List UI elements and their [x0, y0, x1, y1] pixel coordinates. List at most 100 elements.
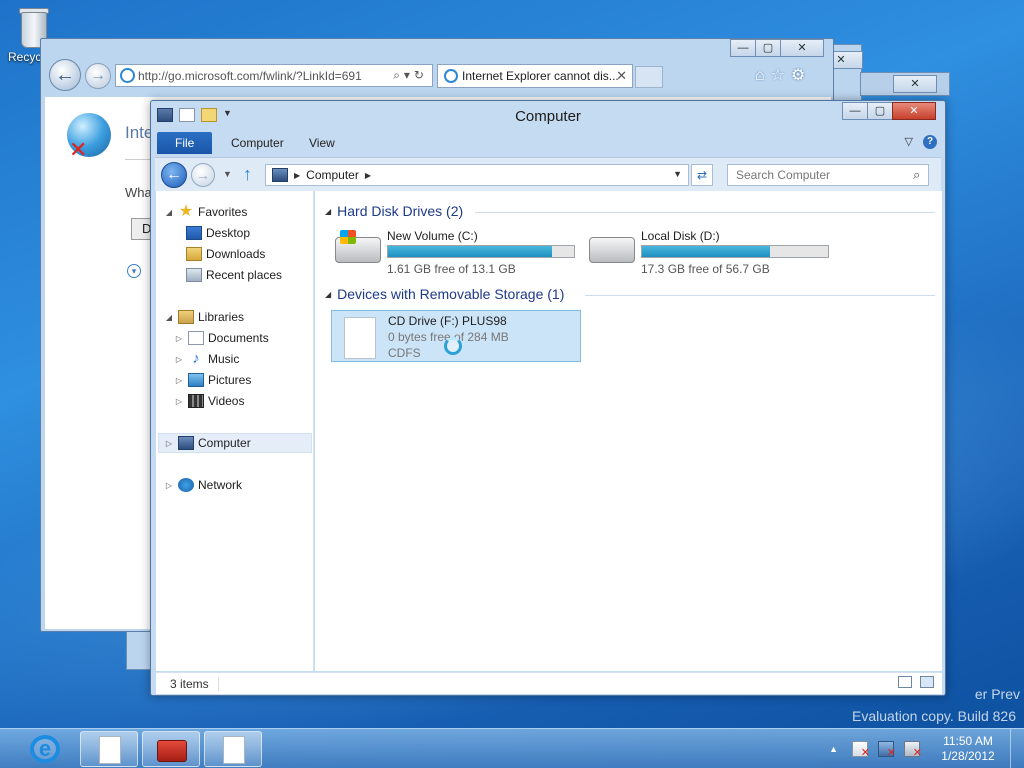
drive-usage-bar [641, 245, 829, 258]
back-arrow-icon[interactable]: ← [49, 59, 81, 91]
details-view-icon[interactable] [898, 676, 912, 688]
tree-label: Videos [208, 394, 245, 408]
computer-icon [178, 436, 194, 450]
tab-computer[interactable]: Computer [217, 132, 298, 154]
ie-tab[interactable]: Internet Explorer cannot dis... ✕ [437, 64, 633, 88]
title-bar[interactable]: ▼ Computer — ▢ ✕ [151, 101, 945, 129]
more-info-icon[interactable]: ▾ [127, 264, 141, 278]
ie-logo-icon: e [30, 735, 60, 763]
maximize-button[interactable]: ▢ [755, 39, 781, 57]
tab-view[interactable]: View [295, 132, 349, 154]
clock[interactable]: 11:50 AM 1/28/2012 [930, 734, 1006, 764]
chevron-right-icon[interactable]: ▶ [365, 171, 371, 180]
videos-icon [188, 394, 204, 408]
tab-title: Internet Explorer cannot dis... [462, 69, 619, 83]
breadcrumb-computer[interactable]: Computer [306, 168, 359, 182]
background-window-edge[interactable]: ✕ [860, 72, 950, 96]
drive-name: New Volume (C:) [387, 229, 478, 243]
maximize-button[interactable]: ▢ [867, 102, 893, 120]
help-icon[interactable]: ? [923, 135, 937, 149]
taskbar-explorer[interactable] [80, 731, 138, 767]
tree-item-favorites[interactable]: ◢ ★ Favorites [164, 203, 248, 220]
search-icon[interactable]: ⌕ [913, 167, 920, 183]
clock-time: 11:50 AM [943, 734, 993, 748]
close-button[interactable]: ✕ [893, 75, 937, 93]
new-tab-button[interactable] [635, 66, 663, 88]
tree-item-documents[interactable]: ▷ Documents [174, 331, 269, 345]
volume-icon[interactable]: ✕ [904, 741, 922, 759]
network-status-icon[interactable]: ✕ [878, 741, 896, 759]
tree-label: Computer [198, 436, 251, 450]
tree-item-network[interactable]: ▷ Network [164, 478, 242, 492]
close-button[interactable]: ✕ [780, 39, 824, 57]
action-center-icon[interactable]: ✕ [852, 741, 870, 759]
tree-item-recent-places[interactable]: Recent places [186, 268, 282, 282]
cd-drive-icon [344, 317, 376, 359]
cd-drive-f[interactable]: CD Drive (F:) PLUS98 0 bytes free of 284… [331, 310, 581, 362]
expand-arrow-icon[interactable]: ▷ [164, 481, 174, 490]
busy-cursor-icon [444, 337, 462, 355]
content-pane[interactable]: ◢ Hard Disk Drives (2) New Volume (C:) 1… [315, 191, 942, 671]
expand-arrow-icon[interactable]: ▷ [174, 355, 184, 364]
collapse-arrow-icon[interactable]: ◢ [325, 207, 331, 216]
show-hidden-icons-icon[interactable]: ▲ [829, 744, 838, 754]
taskbar-ie[interactable]: e [16, 731, 74, 767]
drive-free-space: 1.61 GB free of 13.1 GB [387, 262, 516, 276]
minimize-button[interactable]: — [842, 102, 868, 120]
minimize-button[interactable]: — [730, 39, 756, 57]
expand-arrow-icon[interactable]: ▷ [174, 334, 184, 343]
up-arrow-icon[interactable]: ↑ [243, 164, 252, 185]
tree-item-libraries[interactable]: ◢ Libraries [164, 310, 244, 324]
clock-date: 1/28/2012 [941, 749, 995, 763]
tab-file[interactable]: File [157, 132, 213, 154]
explorer-window[interactable]: ▼ Computer — ▢ ✕ File Computer View ▽ ? … [150, 100, 946, 696]
expand-arrow-icon[interactable]: ▷ [164, 439, 174, 448]
recent-places-icon [186, 268, 202, 282]
address-bar[interactable]: http://go.microsoft.com/fwlink/?LinkId=6… [115, 64, 433, 87]
drive-c[interactable]: New Volume (C:) 1.61 GB free of 13.1 GB [331, 227, 581, 277]
collapse-arrow-icon[interactable]: ◢ [164, 208, 174, 217]
watermark-evaluation: Evaluation copy. Build 826 [852, 708, 1016, 724]
back-arrow-icon[interactable]: ← [161, 162, 187, 188]
expand-arrow-icon[interactable]: ▷ [174, 376, 184, 385]
tree-item-desktop[interactable]: Desktop [186, 226, 250, 240]
forward-arrow-icon[interactable]: → [85, 63, 111, 89]
recent-locations-icon[interactable]: ▼ [223, 169, 232, 179]
windows-drive-icon [335, 230, 381, 263]
tree-item-downloads[interactable]: Downloads [186, 247, 265, 261]
expand-ribbon-icon[interactable]: ▽ [905, 135, 913, 149]
group-header-hard-disks[interactable]: ◢ Hard Disk Drives (2) [325, 203, 463, 219]
expand-arrow-icon[interactable]: ▷ [174, 397, 184, 406]
drive-d[interactable]: Local Disk (D:) 17.3 GB free of 56.7 GB [585, 227, 835, 277]
documents-icon [188, 331, 204, 345]
error-x-icon: ✕ [69, 137, 88, 162]
breadcrumb[interactable]: ▶ Computer ▶ ▼ [265, 164, 689, 186]
home-favorites-tools-icons[interactable]: ⌂☆⚙ [755, 65, 811, 85]
chevron-right-icon[interactable]: ▶ [294, 171, 300, 180]
tree-item-computer[interactable]: ▷ Computer [164, 436, 251, 450]
collapse-arrow-icon[interactable]: ◢ [325, 290, 331, 299]
ribbon-tabs: File Computer View ▽ ? [155, 132, 941, 154]
window-title: Computer [515, 108, 581, 125]
tree-label: Pictures [208, 373, 252, 387]
tree-item-pictures[interactable]: ▷ Pictures [174, 373, 251, 387]
system-tray: ▲ ✕ ✕ ✕ 11:50 AM 1/28/2012 [829, 729, 1024, 768]
document-icon [99, 736, 121, 764]
large-icons-view-icon[interactable] [920, 676, 934, 688]
taskbar-toolbox[interactable] [142, 731, 200, 767]
search-refresh-icons[interactable]: ⌕▾↻ [393, 68, 428, 83]
group-header-removable[interactable]: ◢ Devices with Removable Storage (1) [325, 286, 564, 302]
search-input[interactable]: Search Computer [727, 164, 929, 186]
address-dropdown-icon[interactable]: ▼ [673, 169, 682, 179]
forward-arrow-icon[interactable]: → [191, 163, 215, 187]
refresh-button[interactable]: ⇄ [691, 164, 713, 186]
tree-item-videos[interactable]: ▷ Videos [174, 394, 244, 408]
tab-close-icon[interactable]: ✕ [616, 68, 627, 84]
tree-item-music[interactable]: ▷ ♪ Music [174, 351, 239, 366]
taskbar-document[interactable] [204, 731, 262, 767]
tree-label: Favorites [198, 205, 248, 219]
star-icon: ★ [178, 203, 194, 220]
close-button[interactable]: ✕ [892, 102, 936, 120]
show-desktop-button[interactable] [1010, 729, 1024, 768]
collapse-arrow-icon[interactable]: ◢ [164, 313, 174, 322]
